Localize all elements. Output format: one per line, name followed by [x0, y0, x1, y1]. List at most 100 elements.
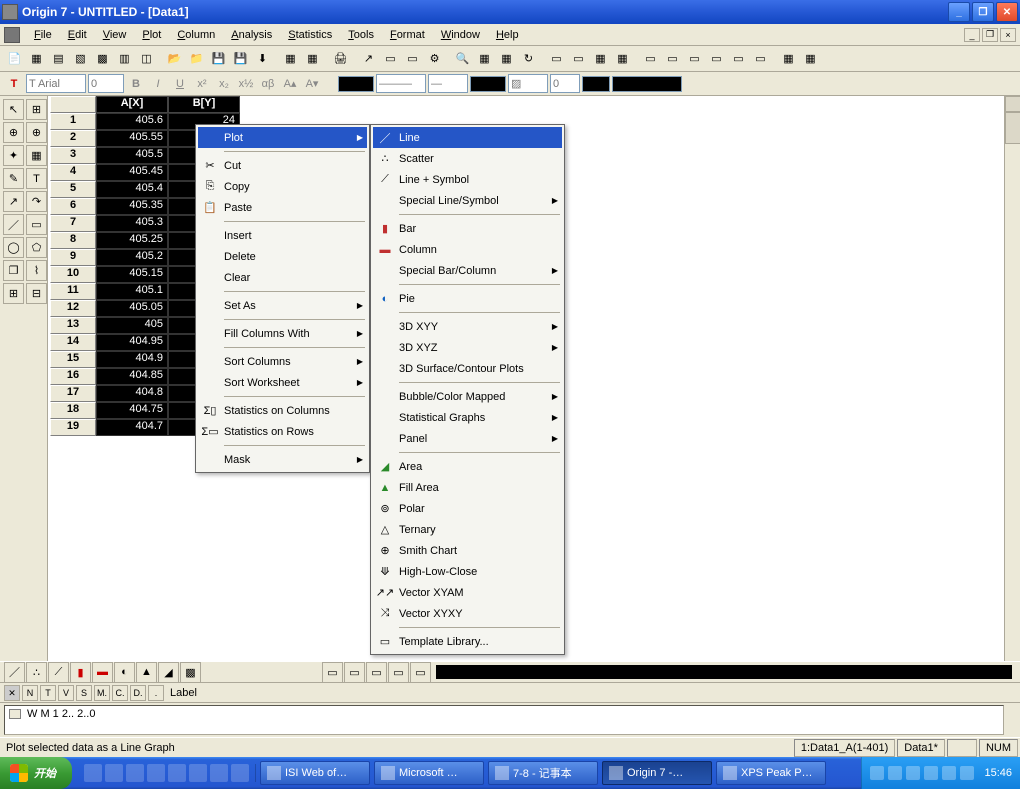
t15[interactable]: ▭: [662, 48, 683, 69]
cell[interactable]: 405.6: [96, 113, 168, 130]
ql-1[interactable]: [84, 764, 102, 782]
row-header[interactable]: 11: [50, 283, 96, 300]
save-button[interactable]: 💾: [208, 48, 229, 69]
menu-statistics[interactable]: Statistics: [280, 27, 340, 43]
t19[interactable]: ▭: [750, 48, 771, 69]
new-layout-button[interactable]: ◫: [136, 48, 157, 69]
cell[interactable]: 404.75: [96, 402, 168, 419]
line-style[interactable]: ———: [376, 74, 426, 93]
greek-button[interactable]: αβ: [258, 74, 278, 94]
dec-button[interactable]: A▾: [302, 74, 322, 94]
freehand-tool[interactable]: ⌇: [26, 260, 47, 281]
cell[interactable]: 405.3: [96, 215, 168, 232]
menu-item-polar[interactable]: ⊚Polar: [373, 498, 562, 519]
menu-item-statistics-on-columns[interactable]: Σ▯Statistics on Columns: [198, 400, 367, 421]
t2[interactable]: ▦: [302, 48, 323, 69]
subsup-button[interactable]: x½: [236, 74, 256, 94]
menu-item-line-symbol[interactable]: ⟋Line + Symbol: [373, 169, 562, 190]
menu-item-ternary[interactable]: △Ternary: [373, 519, 562, 540]
menu-item-special-bar-column[interactable]: Special Bar/Column: [373, 260, 562, 281]
ql-6[interactable]: [189, 764, 207, 782]
row-header[interactable]: 3: [50, 147, 96, 164]
line-tool[interactable]: ／: [3, 214, 24, 235]
open-template-button[interactable]: 📁: [186, 48, 207, 69]
open-button[interactable]: 📂: [164, 48, 185, 69]
menu-item-vector-xyam[interactable]: ↗↗Vector XYAM: [373, 582, 562, 603]
ql-7[interactable]: [210, 764, 228, 782]
t5[interactable]: ▭: [402, 48, 423, 69]
row-header[interactable]: 10: [50, 266, 96, 283]
menu-item-delete[interactable]: Delete: [198, 246, 367, 267]
ql-8[interactable]: [231, 764, 249, 782]
tray-2[interactable]: [888, 766, 902, 780]
new-excel-button[interactable]: ▤: [48, 48, 69, 69]
row-header[interactable]: 5: [50, 181, 96, 198]
lb-x[interactable]: ✕: [4, 685, 20, 701]
sub-button[interactable]: x₂: [214, 74, 234, 94]
t17[interactable]: ▭: [706, 48, 727, 69]
oval-tool[interactable]: ◯: [3, 237, 24, 258]
labelbar-[interactable]: .: [148, 685, 164, 701]
pb2[interactable]: ▭: [344, 662, 365, 683]
row-header[interactable]: 1: [50, 113, 96, 130]
row-header[interactable]: 6: [50, 198, 96, 215]
menu-item-fill-columns-with[interactable]: Fill Columns With: [198, 323, 367, 344]
reader-tool[interactable]: ⊕: [3, 122, 24, 143]
maximize-button[interactable]: ❐: [972, 2, 994, 22]
labelbar-v[interactable]: V: [58, 685, 74, 701]
menu-view[interactable]: View: [95, 27, 135, 43]
refresh-button[interactable]: ↻: [518, 48, 539, 69]
extra-tool1[interactable]: ⊞: [3, 283, 24, 304]
text-tool[interactable]: T: [26, 168, 47, 189]
text-tool-icon[interactable]: T: [4, 74, 24, 94]
labelbar-t[interactable]: T: [40, 685, 56, 701]
new-notes-button[interactable]: ▥: [114, 48, 135, 69]
print-button[interactable]: 🖨: [330, 48, 351, 69]
tray-5[interactable]: [942, 766, 956, 780]
font-combo[interactable]: T Arial: [26, 74, 86, 93]
row-header[interactable]: 13: [50, 317, 96, 334]
cell[interactable]: 404.95: [96, 334, 168, 351]
plot-scatter-icon[interactable]: ∴: [26, 662, 47, 683]
row-header[interactable]: 12: [50, 300, 96, 317]
fill-color[interactable]: [470, 76, 506, 92]
t21[interactable]: ▦: [800, 48, 821, 69]
menu-item-statistical-graphs[interactable]: Statistical Graphs: [373, 407, 562, 428]
new-matrix-button[interactable]: ▩: [92, 48, 113, 69]
row-header[interactable]: 18: [50, 402, 96, 419]
new-project-button[interactable]: 📄: [4, 48, 25, 69]
menu-item-column[interactable]: ▬Column: [373, 239, 562, 260]
data-selector-tool[interactable]: ✦: [3, 145, 24, 166]
plot-surface-icon[interactable]: ◢: [158, 662, 179, 683]
vertical-scrollbar[interactable]: [1004, 96, 1020, 661]
plot-bar-icon[interactable]: ▮: [70, 662, 91, 683]
rect-tool[interactable]: ▭: [26, 214, 47, 235]
ql-5[interactable]: [168, 764, 186, 782]
cell[interactable]: 405.45: [96, 164, 168, 181]
t1[interactable]: ▦: [280, 48, 301, 69]
pt-size[interactable]: 0: [550, 74, 580, 93]
pb3[interactable]: ▭: [366, 662, 387, 683]
row-header[interactable]: 2: [50, 130, 96, 147]
t16[interactable]: ▭: [684, 48, 705, 69]
bold-button[interactable]: B: [126, 74, 146, 94]
t10[interactable]: ▭: [546, 48, 567, 69]
menu-item-special-line-symbol[interactable]: Special Line/Symbol: [373, 190, 562, 211]
t11[interactable]: ▭: [568, 48, 589, 69]
poly-tool[interactable]: ⬠: [26, 237, 47, 258]
t3[interactable]: ↗: [358, 48, 379, 69]
save-template-button[interactable]: 💾: [230, 48, 251, 69]
plot-pie-icon[interactable]: ◐: [114, 662, 135, 683]
labelbar-d[interactable]: D.: [130, 685, 146, 701]
italic-button[interactable]: I: [148, 74, 168, 94]
menu-item-3d-surface-contour-plots[interactable]: 3D Surface/Contour Plots: [373, 358, 562, 379]
menu-item-plot[interactable]: Plot: [198, 127, 367, 148]
menu-item-bubble-color-mapped[interactable]: Bubble/Color Mapped: [373, 386, 562, 407]
close-button[interactable]: ✕: [996, 2, 1018, 22]
symbol-color[interactable]: [582, 76, 610, 92]
pb5[interactable]: ▭: [410, 662, 431, 683]
plot-3d-icon[interactable]: ▲: [136, 662, 157, 683]
tray-3[interactable]: [906, 766, 920, 780]
size-combo[interactable]: 0: [88, 74, 124, 93]
menu-item-high-low-close[interactable]: ⟱High-Low-Close: [373, 561, 562, 582]
